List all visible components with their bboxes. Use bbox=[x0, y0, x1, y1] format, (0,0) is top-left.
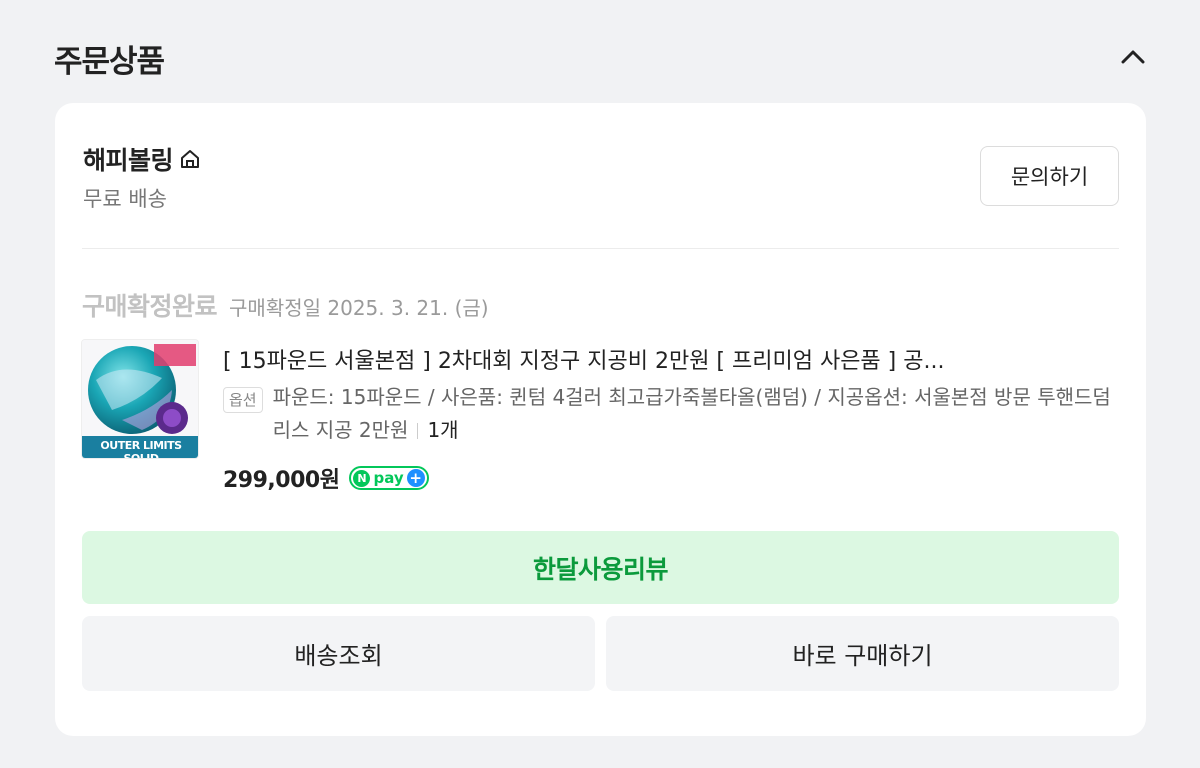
price: 299,000원 bbox=[223, 468, 340, 493]
order-card: 해피볼링 무료 배송 문의하기 구매확정완료 구매확정일 2025. 3. 21… bbox=[55, 103, 1146, 736]
store-name-row[interactable]: 해피볼링 bbox=[83, 141, 201, 177]
confirm-date: 구매확정일 2025. 3. 21. (금) bbox=[229, 296, 489, 320]
product-thumbnail[interactable]: OUTER LIMITS SOLID bbox=[81, 339, 199, 459]
shipping-info: 무료 배송 bbox=[83, 187, 167, 211]
product-option-row: 옵션 파운드: 15파운드 / 사은품: 퀸텀 4걸러 최고급가죽볼타올(램덤)… bbox=[223, 385, 1115, 447]
chevron-up-icon bbox=[1121, 50, 1145, 64]
monthly-review-button[interactable]: 한달사용리뷰 bbox=[82, 531, 1119, 604]
order-status: 구매확정완료 bbox=[82, 292, 218, 321]
section-title: 주문상품 bbox=[54, 44, 165, 80]
order-status-row: 구매확정완료 구매확정일 2025. 3. 21. (금) bbox=[82, 287, 489, 323]
thumbnail-caption: OUTER LIMITS SOLID bbox=[100, 439, 182, 459]
npay-text: pay bbox=[373, 469, 404, 487]
qty-separator bbox=[417, 423, 419, 439]
buy-again-button[interactable]: 바로 구매하기 bbox=[606, 616, 1119, 691]
store-name[interactable]: 해피볼링 bbox=[83, 141, 174, 177]
npay-n-icon: N bbox=[353, 469, 371, 487]
order-products-header: 주문상품 bbox=[54, 36, 1154, 80]
divider bbox=[82, 248, 1119, 249]
price-row: 299,000원 N pay + bbox=[223, 462, 429, 494]
plus-icon: + bbox=[406, 469, 425, 487]
npay-plus-badge: N pay + bbox=[349, 466, 429, 490]
inquiry-button[interactable]: 문의하기 bbox=[980, 146, 1119, 206]
collapse-button[interactable] bbox=[1118, 42, 1148, 72]
quantity: 1개 bbox=[427, 418, 459, 442]
option-text: 파운드: 15파운드 / 사은품: 퀸텀 4걸러 최고급가죽볼타올(램덤) / … bbox=[272, 385, 1111, 442]
delivery-tracking-button[interactable]: 배송조회 bbox=[82, 616, 595, 691]
option-text-wrapper: 파운드: 15파운드 / 사은품: 퀸텀 4걸러 최고급가죽볼타올(램덤) / … bbox=[273, 381, 1115, 447]
home-icon[interactable] bbox=[179, 148, 201, 170]
product-title[interactable]: [ 15파운드 서울본점 ] 2차대회 지정구 지공비 2만원 [ 프리미엄 사… bbox=[223, 343, 1113, 375]
option-badge: 옵션 bbox=[223, 387, 263, 413]
